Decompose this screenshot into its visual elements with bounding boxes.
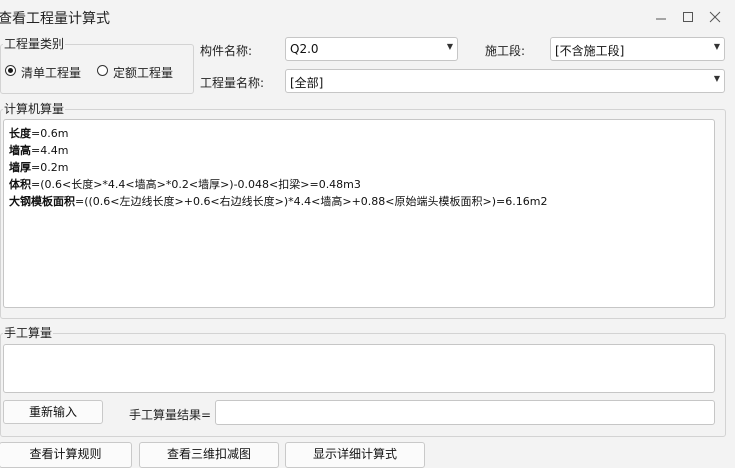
radio-checked-icon[interactable] [5, 65, 16, 76]
radio-bill-quantity-label: 清单工程量 [21, 66, 82, 80]
calc-line-formwork-area: 大钢模板面积=((0.6<左边线长度>+0.6<右边线长度>)*4.4<墙高>+… [9, 195, 548, 208]
quantity-name-label: 工程量名称: [200, 76, 265, 90]
chevron-down-icon: ▼ [713, 42, 720, 51]
stage-value: [不含施工段] [555, 44, 625, 58]
category-legend: 工程量类别 [3, 37, 66, 51]
component-value: Q2.0 [290, 42, 319, 56]
calc-line-wall-thickness: 墙厚=0.2m [9, 161, 69, 174]
minimize-icon[interactable] [650, 6, 672, 28]
component-select[interactable]: Q2.0 ▼ [285, 37, 458, 61]
maximize-icon[interactable] [677, 6, 699, 28]
chevron-down-icon: ▼ [446, 42, 453, 51]
manual-result-input[interactable] [215, 400, 715, 425]
calc-line-length: 长度=0.6m [9, 127, 69, 140]
stage-label: 施工段: [485, 44, 526, 58]
reset-button[interactable]: 重新输入 [3, 400, 103, 424]
radio-unchecked-icon[interactable] [97, 65, 108, 76]
component-label: 构件名称: [200, 44, 253, 58]
computer-calc-textarea[interactable]: 长度=0.6m 墙高=4.4m 墙厚=0.2m 体积=(0.6<长度>*4.4<… [3, 119, 715, 308]
manual-calc-textarea[interactable] [3, 344, 715, 393]
manual-result-label: 手工算量结果= [129, 408, 212, 422]
radio-norm-quantity-label: 定额工程量 [113, 66, 174, 80]
calc-line-volume: 体积=(0.6<长度>*4.4<墙高>*0.2<墙厚>)-0.048<扣梁>=0… [9, 178, 361, 191]
calc-line-wall-height: 墙高=4.4m [9, 144, 69, 157]
radio-norm-quantity[interactable]: 定额工程量 [97, 64, 187, 80]
quantity-name-select[interactable]: [全部] ▼ [285, 69, 725, 93]
view-calc-rules-button[interactable]: 查看计算规则 [0, 442, 132, 468]
quantity-name-value: [全部] [290, 76, 324, 90]
stage-select[interactable]: [不含施工段] ▼ [550, 37, 725, 61]
window-title: 查看工程量计算式 [0, 11, 110, 27]
chevron-down-icon: ▼ [713, 74, 720, 83]
manual-calc-legend: 手工算量 [3, 326, 54, 340]
radio-bill-quantity[interactable]: 清单工程量 [5, 64, 95, 80]
view-3d-deduction-button[interactable]: 查看三维扣减图 [139, 442, 279, 468]
calc-lines: 长度=0.6m 墙高=4.4m 墙厚=0.2m 体积=(0.6<长度>*4.4<… [9, 125, 547, 210]
show-detailed-formula-button[interactable]: 显示详细计算式 [285, 442, 425, 468]
computer-calc-legend: 计算机算量 [3, 102, 66, 116]
close-icon[interactable] [704, 6, 726, 28]
